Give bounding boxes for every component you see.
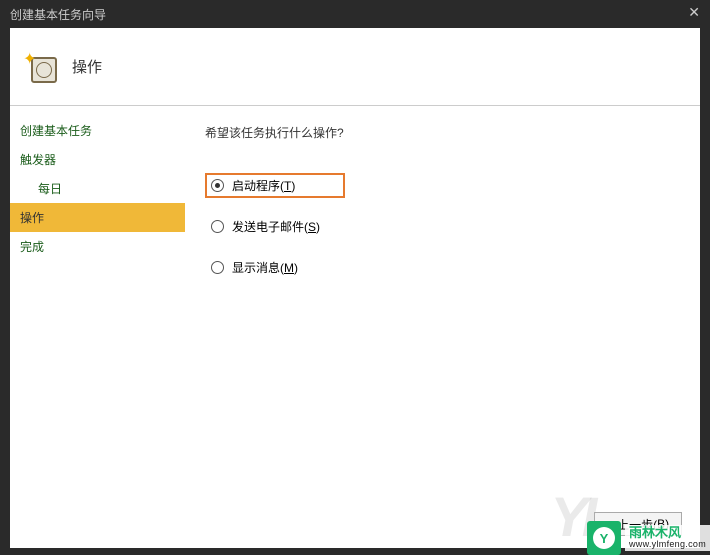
close-icon[interactable]: ✕ [688, 4, 700, 21]
watermark: Y 雨林木风 www.ylmfeng.com [587, 521, 710, 555]
radio-label-start-program: 启动程序(T) [232, 177, 295, 194]
watermark-url: www.ylmfeng.com [629, 540, 706, 550]
radio-label-send-email: 发送电子邮件(S) [232, 218, 320, 235]
page-title: 操作 [72, 56, 102, 77]
sidebar-item-action[interactable]: 操作 [10, 203, 185, 232]
radio-show-message[interactable]: 显示消息(M) [205, 255, 680, 280]
radio-label-show-message: 显示消息(M) [232, 259, 298, 276]
wizard-body: 创建基本任务 触发器 每日 操作 完成 希望该任务执行什么操作? 启动程序(T)… [10, 106, 700, 548]
radio-icon [211, 220, 224, 233]
scheduler-icon: ✦ [25, 51, 57, 83]
sidebar-item-trigger[interactable]: 触发器 [10, 145, 185, 174]
wizard-dialog: ✦ 操作 创建基本任务 触发器 每日 操作 完成 希望该任务执行什么操作? 启动… [10, 28, 700, 548]
radio-icon [211, 261, 224, 274]
radio-start-program[interactable]: 启动程序(T) [205, 173, 345, 198]
window-title: 创建基本任务向导 [10, 6, 106, 23]
radio-icon [211, 179, 224, 192]
wizard-steps-sidebar: 创建基本任务 触发器 每日 操作 完成 [10, 106, 185, 548]
watermark-brand: 雨林木风 [629, 526, 706, 540]
watermark-badge-icon: Y [587, 521, 621, 555]
watermark-text: 雨林木风 www.ylmfeng.com [625, 525, 710, 551]
wizard-header: ✦ 操作 [10, 28, 700, 106]
sidebar-item-finish[interactable]: 完成 [10, 232, 185, 261]
sidebar-item-create-task[interactable]: 创建基本任务 [10, 116, 185, 145]
radio-send-email[interactable]: 发送电子邮件(S) [205, 214, 680, 239]
wizard-content: 希望该任务执行什么操作? 启动程序(T) 发送电子邮件(S) [185, 106, 700, 548]
sidebar-item-daily[interactable]: 每日 [10, 174, 185, 203]
action-radio-group: 启动程序(T) 发送电子邮件(S) 显示消息(M) [205, 173, 680, 280]
action-prompt: 希望该任务执行什么操作? [205, 124, 680, 141]
window-titlebar: 创建基本任务向导 ✕ [0, 0, 710, 28]
